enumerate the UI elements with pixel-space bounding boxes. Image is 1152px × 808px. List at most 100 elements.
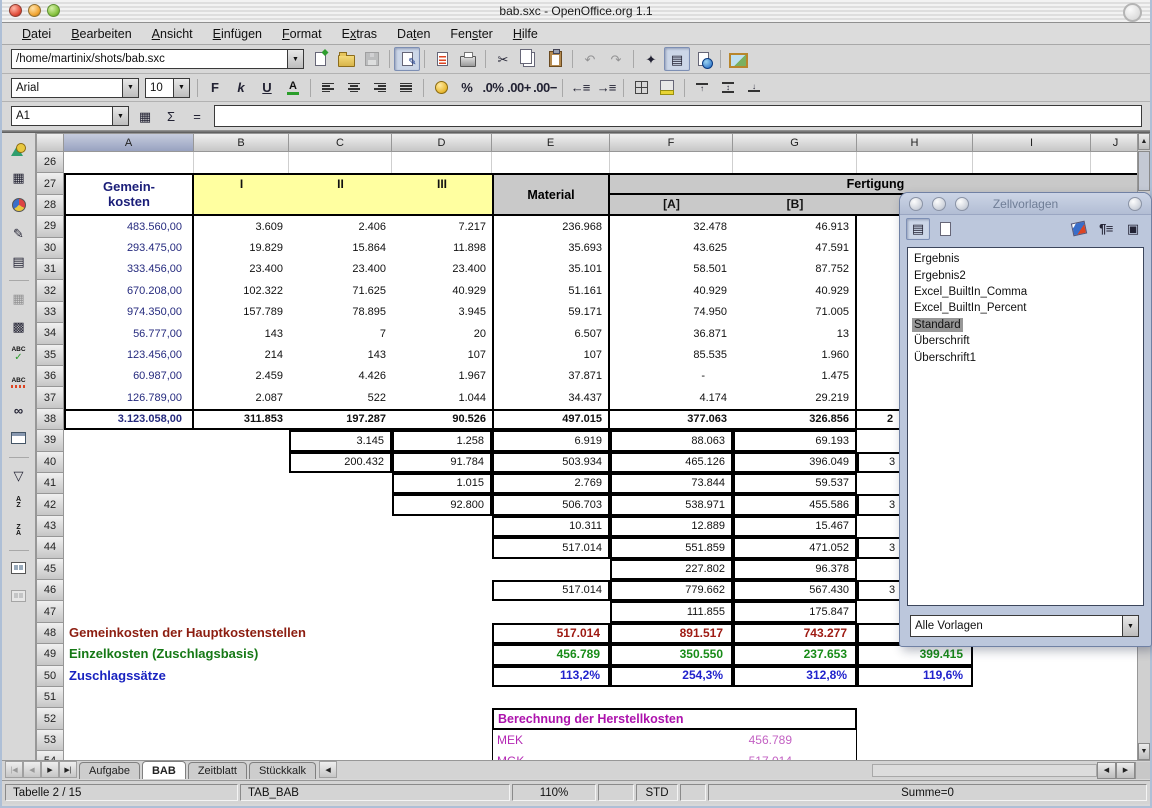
stylist-button[interactable]: ▤: [664, 47, 690, 71]
sheet-tab-bab[interactable]: BAB: [142, 761, 186, 779]
style-item-ergebnis2[interactable]: Ergebnis2: [908, 267, 1143, 283]
cell-E26[interactable]: [492, 152, 610, 173]
cut-button[interactable]: ✂: [490, 47, 516, 71]
row-header-36[interactable]: 36: [36, 366, 64, 387]
title-bar[interactable]: bab.sxc - OpenOffice.org 1.1: [2, 0, 1150, 23]
find-replace-button[interactable]: ∞: [5, 397, 33, 423]
style-item-excel_builtin_comma[interactable]: Excel_BuiltIn_Comma: [908, 284, 1143, 300]
tab-scroll-button[interactable]: ◀: [319, 761, 337, 778]
row-header-41[interactable]: 41: [36, 473, 64, 494]
chevron-down-icon[interactable]: ▼: [112, 107, 128, 125]
scroll-left-button[interactable]: ◀: [1097, 762, 1116, 779]
cell-E34[interactable]: 6.507: [492, 323, 610, 344]
cell-F29[interactable]: 32.478: [610, 216, 733, 237]
export-pdf-button[interactable]: [429, 47, 455, 71]
previous-sheet-button[interactable]: ◀: [23, 761, 41, 778]
row-header-48[interactable]: 48: [36, 623, 64, 644]
navigator-button[interactable]: ✦: [638, 47, 664, 71]
number-format-percent-button[interactable]: %: [454, 76, 480, 100]
cell-C30[interactable]: 15.864: [289, 238, 392, 259]
cell-F38[interactable]: 377.063: [610, 409, 733, 430]
cell-F36[interactable]: -: [610, 366, 733, 387]
hyperlink-button[interactable]: [690, 47, 716, 71]
row-header-49[interactable]: 49: [36, 644, 64, 665]
cell-G36[interactable]: 1.475: [733, 366, 857, 387]
next-sheet-button[interactable]: ▶: [41, 761, 59, 778]
cell-C36[interactable]: 4.426: [289, 366, 392, 387]
row-header-45[interactable]: 45: [36, 559, 64, 580]
cell-F47[interactable]: 111.855: [610, 601, 733, 622]
sum-indicator[interactable]: Summe=0: [708, 784, 1147, 801]
cell-A48[interactable]: Gemeinkosten der Hauptkostenstellen: [64, 623, 492, 644]
page-style-indicator[interactable]: TAB_BAB: [240, 784, 510, 801]
insert-cells-button[interactable]: ▦: [5, 164, 33, 190]
cell-C33[interactable]: 78.895: [289, 302, 392, 323]
menu-einfgen[interactable]: Einfügen: [203, 23, 272, 44]
cell-F30[interactable]: 43.625: [610, 238, 733, 259]
cell-G48[interactable]: 743.277: [733, 623, 857, 644]
cell-J26[interactable]: [1091, 152, 1141, 173]
cell-C39[interactable]: 3.145: [289, 430, 392, 451]
insert-object-button[interactable]: [5, 192, 33, 218]
cell-A29[interactable]: 483.560,00: [64, 216, 194, 237]
sheet-tab-zeitblatt[interactable]: Zeitblatt: [188, 762, 247, 779]
cell-B34[interactable]: 143: [194, 323, 289, 344]
cell-C27[interactable]: II: [289, 173, 392, 194]
cell-H49[interactable]: 399.415: [857, 644, 973, 665]
cell-C34[interactable]: 7: [289, 323, 392, 344]
cell-F26[interactable]: [610, 152, 733, 173]
choose-themes-button[interactable]: ▩: [5, 313, 33, 339]
cell-B33[interactable]: 157.789: [194, 302, 289, 323]
align-right-button[interactable]: [367, 76, 393, 100]
underline-button[interactable]: U: [254, 76, 280, 100]
cell-E32[interactable]: 51.161: [492, 280, 610, 301]
style-filter-combo[interactable]: Alle Vorlagen ▼: [910, 615, 1139, 637]
insert-button[interactable]: [5, 136, 33, 162]
style-item-excel_builtin_percent[interactable]: Excel_BuiltIn_Percent: [908, 300, 1143, 316]
row-header-33[interactable]: 33: [36, 302, 64, 323]
url-combo[interactable]: /home/martinix/shots/bab.sxc▼: [11, 49, 304, 69]
cell-G35[interactable]: 1.960: [733, 345, 857, 366]
cell-C31[interactable]: 23.400: [289, 259, 392, 280]
cell-D31[interactable]: 23.400: [392, 259, 492, 280]
cell-A31[interactable]: 333.456,00: [64, 259, 194, 280]
row-header-30[interactable]: 30: [36, 238, 64, 259]
cell-G28[interactable]: [B]: [733, 195, 857, 216]
column-header-J[interactable]: J: [1091, 133, 1141, 152]
cell-D30[interactable]: 11.898: [392, 238, 492, 259]
cell-B29[interactable]: 3.609: [194, 216, 289, 237]
cell-F48[interactable]: 891.517: [610, 623, 733, 644]
menu-bearbeiten[interactable]: Bearbeiten: [61, 23, 141, 44]
cell-G45[interactable]: 96.378: [733, 559, 857, 580]
last-sheet-button[interactable]: ▶|: [59, 761, 77, 778]
autospellcheck-button[interactable]: ABC: [5, 369, 33, 395]
cell-G47[interactable]: 175.847: [733, 601, 857, 622]
decrease-indent-button[interactable]: ←≡: [567, 76, 593, 100]
bold-button[interactable]: F: [202, 76, 228, 100]
cell-C40[interactable]: 200.432: [289, 452, 392, 473]
cell-F45[interactable]: 227.802: [610, 559, 733, 580]
cell-D35[interactable]: 107: [392, 345, 492, 366]
modified-indicator[interactable]: [680, 784, 706, 801]
cell-D33[interactable]: 3.945: [392, 302, 492, 323]
select-all-corner[interactable]: [36, 133, 64, 152]
cell-C28[interactable]: [289, 195, 392, 216]
autofilter-button[interactable]: ▽: [5, 462, 33, 488]
spellcheck-button[interactable]: ABC✓: [5, 341, 33, 367]
selection-mode-indicator[interactable]: STD: [636, 784, 678, 801]
row-header-51[interactable]: 51: [36, 687, 64, 708]
cell-D29[interactable]: 7.217: [392, 216, 492, 237]
cell-F43[interactable]: 12.889: [610, 516, 733, 537]
cell-E53[interactable]: MEK: [492, 730, 610, 751]
font-name-combo[interactable]: Arial▼: [11, 78, 139, 98]
horizontal-scroll-track[interactable]: [872, 764, 1097, 777]
cell-F41[interactable]: 73.844: [610, 473, 733, 494]
cell-C38[interactable]: 197.287: [289, 409, 392, 430]
cell-B28[interactable]: [194, 195, 289, 216]
edit-file-button[interactable]: [394, 47, 420, 71]
cell-A35[interactable]: 123.456,00: [64, 345, 194, 366]
cell-G31[interactable]: 87.752: [733, 259, 857, 280]
cell-G41[interactable]: 59.537: [733, 473, 857, 494]
fill-format-mode-button[interactable]: [1067, 218, 1091, 240]
column-header-G[interactable]: G: [733, 133, 857, 152]
